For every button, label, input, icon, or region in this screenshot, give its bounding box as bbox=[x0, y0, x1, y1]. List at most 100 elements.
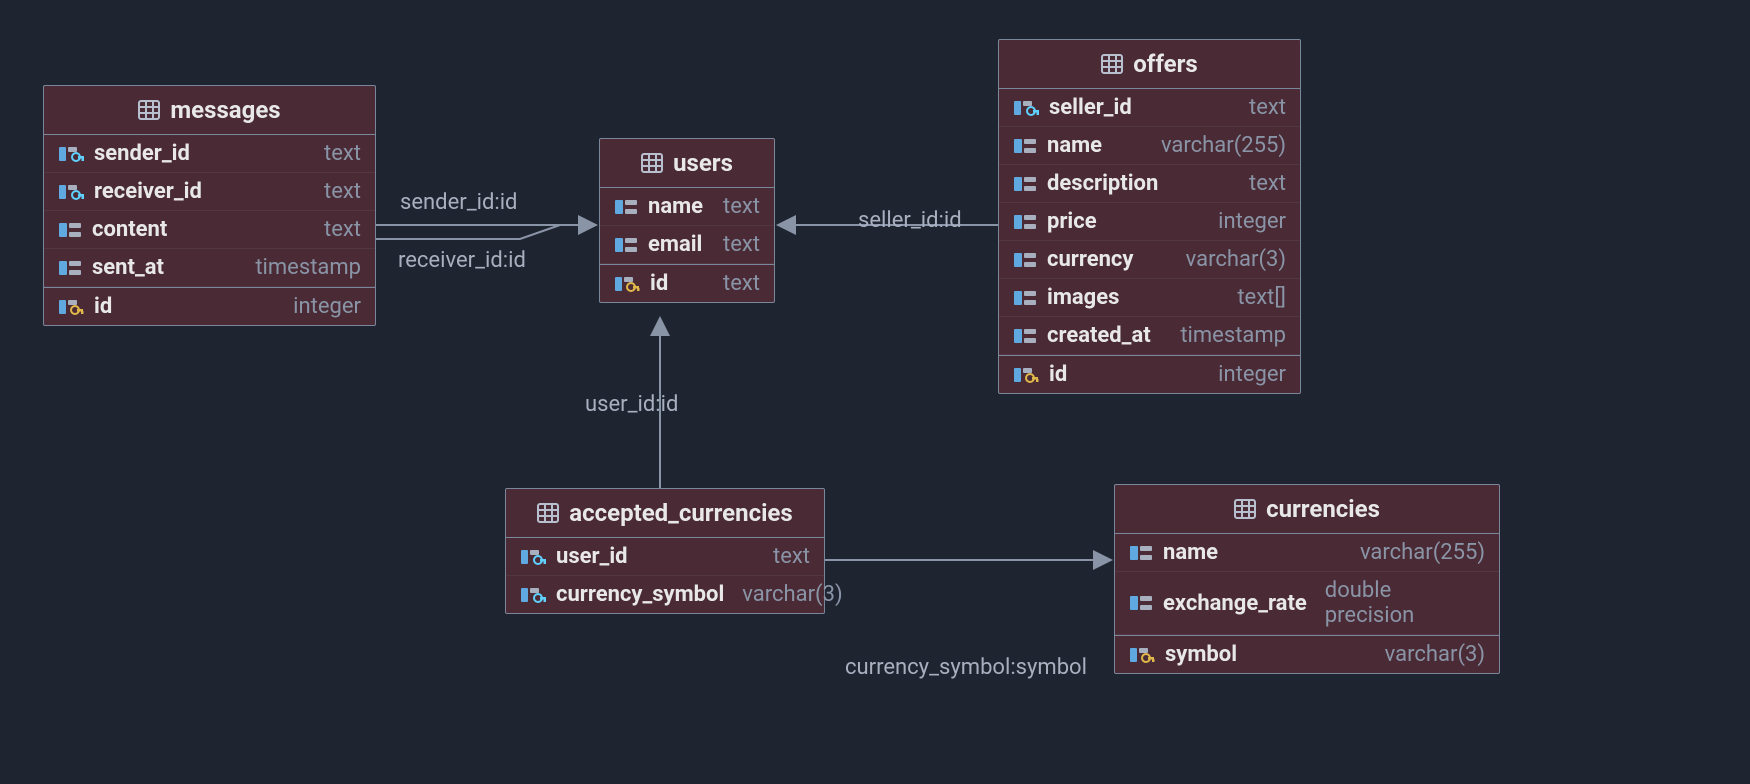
column-type: text bbox=[723, 232, 760, 257]
column-type: text bbox=[324, 141, 361, 166]
column-accepted_currencies-user_id[interactable]: user_id text bbox=[506, 538, 824, 576]
table-title: messages bbox=[170, 96, 280, 124]
relation-label: user_id:id bbox=[585, 392, 678, 417]
table-title: currencies bbox=[1266, 495, 1380, 523]
foreign-key-icon bbox=[520, 547, 546, 567]
foreign-key-icon bbox=[520, 585, 546, 605]
column-type: text[] bbox=[1237, 285, 1286, 310]
column-type: varchar(3) bbox=[1186, 247, 1286, 272]
table-title: offers bbox=[1133, 50, 1198, 78]
column-offers-seller_id[interactable]: seller_idtext bbox=[999, 89, 1300, 127]
table-icon bbox=[138, 100, 160, 120]
column-offers-price[interactable]: price integer bbox=[999, 203, 1300, 241]
column-type: timestamp bbox=[1180, 323, 1286, 348]
table-title: users bbox=[673, 149, 733, 177]
column-name: id bbox=[650, 271, 668, 296]
column-type: text bbox=[1249, 95, 1286, 120]
column-name: receiver_id bbox=[94, 179, 202, 204]
column-icon bbox=[1129, 593, 1153, 613]
column-name: id bbox=[94, 294, 112, 319]
column-icon bbox=[1013, 326, 1037, 346]
column-icon bbox=[1013, 136, 1037, 156]
column-messages-sent_at[interactable]: sent_at timestamp bbox=[44, 249, 375, 287]
column-type: varchar(255) bbox=[1360, 540, 1485, 565]
table-header-users[interactable]: users bbox=[600, 139, 774, 188]
column-type: timestamp bbox=[255, 255, 361, 280]
column-type: varchar(3) bbox=[742, 582, 842, 607]
column-name: currency bbox=[1047, 247, 1133, 272]
foreign-key-icon bbox=[58, 182, 84, 202]
relation-label: sender_id:id bbox=[400, 190, 517, 215]
table-offers[interactable]: offers seller_idtext name varchar(255) de… bbox=[998, 39, 1301, 394]
column-currencies-name[interactable]: name varchar(255) bbox=[1115, 534, 1499, 572]
table-header-currencies[interactable]: currencies bbox=[1115, 485, 1499, 534]
column-name: price bbox=[1047, 209, 1097, 234]
column-icon bbox=[1013, 250, 1037, 270]
column-type: text bbox=[773, 544, 810, 569]
column-name: sender_id bbox=[94, 141, 190, 166]
primary-key-icon bbox=[1013, 365, 1039, 385]
table-header-accepted_currencies[interactable]: accepted_currencies bbox=[506, 489, 824, 538]
column-messages-receiver_id[interactable]: receiver_id text bbox=[44, 173, 375, 211]
column-type: text bbox=[723, 194, 760, 219]
column-icon bbox=[1129, 543, 1153, 563]
column-messages-id[interactable]: idinteger bbox=[44, 287, 375, 325]
column-icon bbox=[58, 220, 82, 240]
primary-key-icon bbox=[1129, 645, 1155, 665]
column-offers-created_at[interactable]: created_at timestamp bbox=[999, 317, 1300, 355]
column-icon bbox=[1013, 174, 1037, 194]
column-offers-description[interactable]: description text bbox=[999, 165, 1300, 203]
table-users[interactable]: users nametext email text id text bbox=[599, 138, 775, 303]
column-type: text bbox=[324, 179, 361, 204]
column-offers-images[interactable]: images text[] bbox=[999, 279, 1300, 317]
column-name: user_id bbox=[556, 544, 628, 569]
table-icon bbox=[537, 503, 559, 523]
table-header-offers[interactable]: offers bbox=[999, 40, 1300, 89]
table-title: accepted_currencies bbox=[569, 499, 792, 527]
relation-label: receiver_id:id bbox=[398, 248, 526, 273]
column-name: created_at bbox=[1047, 323, 1151, 348]
column-name: sent_at bbox=[92, 255, 164, 280]
column-name: images bbox=[1047, 285, 1119, 310]
column-icon bbox=[614, 235, 638, 255]
column-offers-id[interactable]: idinteger bbox=[999, 355, 1300, 393]
column-users-id[interactable]: id text bbox=[600, 264, 774, 302]
column-name: description bbox=[1047, 171, 1158, 196]
column-messages-sender_id[interactable]: sender_id text bbox=[44, 135, 375, 173]
table-icon bbox=[1101, 54, 1123, 74]
column-accepted_currencies-currency_symbol[interactable]: currency_symbolvarchar(3) bbox=[506, 576, 824, 613]
column-type: varchar(3) bbox=[1385, 642, 1485, 667]
relation-label: currency_symbol:symbol bbox=[845, 655, 1087, 680]
column-type: integer bbox=[1218, 209, 1286, 234]
column-type: integer bbox=[1218, 362, 1286, 387]
column-name: symbol bbox=[1165, 642, 1237, 667]
column-type: text bbox=[723, 271, 760, 296]
foreign-key-icon bbox=[1013, 98, 1039, 118]
column-icon bbox=[1013, 212, 1037, 232]
erd-canvas: messages sender_idtext receiver_idtext c… bbox=[0, 0, 1750, 784]
column-name: email bbox=[648, 232, 702, 257]
foreign-key-icon bbox=[58, 144, 84, 164]
table-currencies[interactable]: currencies name varchar(255) exchange_rat… bbox=[1114, 484, 1500, 674]
column-type: varchar(255) bbox=[1161, 133, 1286, 158]
column-icon bbox=[614, 197, 638, 217]
column-type: text bbox=[1249, 171, 1286, 196]
column-currencies-symbol[interactable]: symbol varchar(3) bbox=[1115, 635, 1499, 673]
column-messages-content[interactable]: contenttext bbox=[44, 211, 375, 249]
table-accepted_currencies[interactable]: accepted_currencies user_id text currency… bbox=[505, 488, 825, 614]
column-offers-name[interactable]: name varchar(255) bbox=[999, 127, 1300, 165]
column-users-name[interactable]: nametext bbox=[600, 188, 774, 226]
column-name: currency_symbol bbox=[556, 582, 724, 607]
column-icon bbox=[1013, 288, 1037, 308]
table-header-messages[interactable]: messages bbox=[44, 86, 375, 135]
table-messages[interactable]: messages sender_idtext receiver_idtext c… bbox=[43, 85, 376, 326]
column-offers-currency[interactable]: currency varchar(3) bbox=[999, 241, 1300, 279]
column-name: exchange_rate bbox=[1163, 591, 1307, 616]
column-name: name bbox=[1163, 540, 1218, 565]
column-users-email[interactable]: email text bbox=[600, 226, 774, 264]
column-currencies-exchange_rate[interactable]: exchange_rate double precision bbox=[1115, 572, 1499, 635]
primary-key-icon bbox=[614, 274, 640, 294]
column-type: double precision bbox=[1325, 578, 1485, 628]
table-icon bbox=[641, 153, 663, 173]
column-name: name bbox=[1047, 133, 1102, 158]
